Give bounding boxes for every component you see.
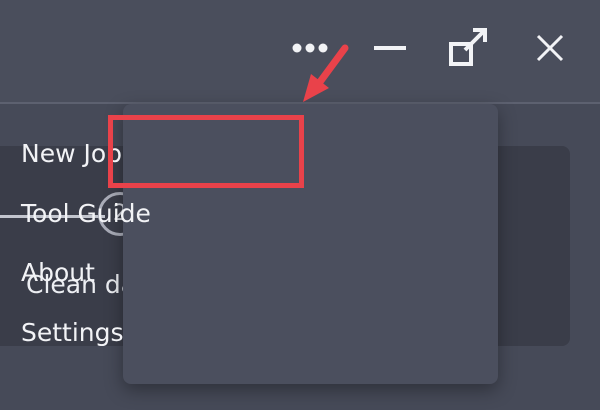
close-icon [536, 34, 564, 62]
menu-item-new-job[interactable]: New Job [21, 139, 122, 169]
arrow-annotation [303, 44, 349, 102]
minimize-icon [374, 46, 406, 50]
menu-item-tool-guide[interactable]: Tool Guide [21, 199, 151, 229]
popout-button[interactable] [446, 26, 490, 70]
menu-item-about[interactable]: About [21, 258, 95, 288]
popout-icon [449, 28, 487, 66]
minimize-button[interactable] [368, 26, 412, 70]
highlight-annotation [108, 115, 304, 188]
close-button[interactable] [528, 26, 572, 70]
menu-item-settings[interactable]: Settings [21, 318, 124, 348]
